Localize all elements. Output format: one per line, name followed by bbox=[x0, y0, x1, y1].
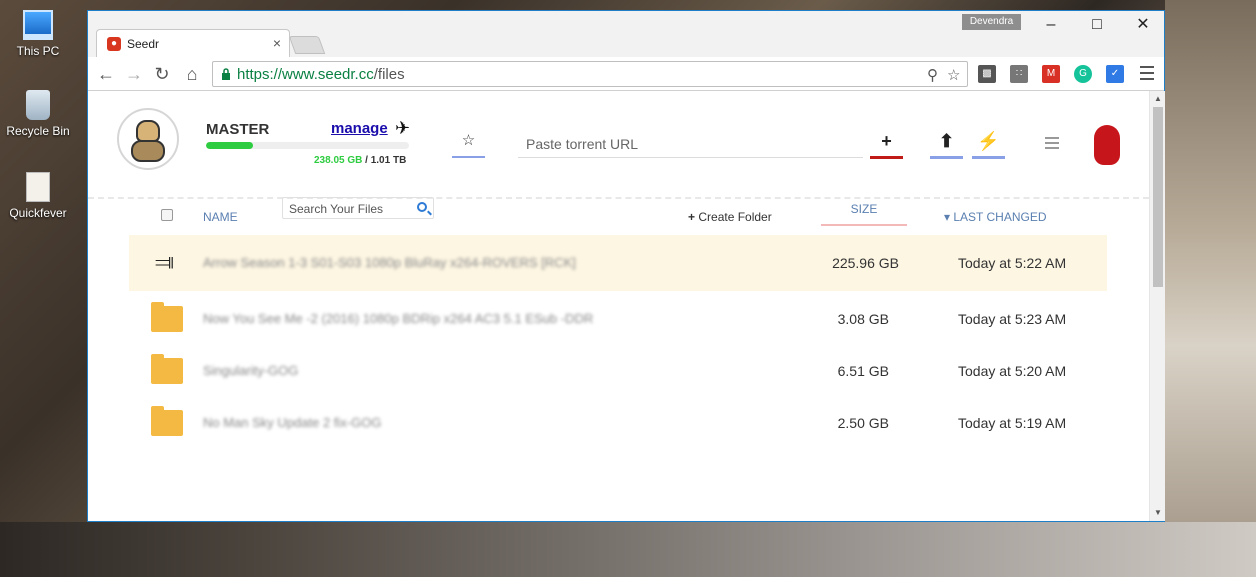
file-name[interactable]: Singularity-GOG bbox=[203, 363, 298, 378]
folder-icon bbox=[151, 302, 183, 332]
url-path: /files bbox=[373, 66, 405, 83]
lock-icon bbox=[222, 68, 230, 80]
airplane-icon[interactable]: ✈ bbox=[395, 118, 410, 139]
gmail-icon[interactable]: M bbox=[1042, 65, 1060, 83]
sort-down-icon: ▾ bbox=[944, 210, 951, 224]
scroll-down-icon[interactable]: ▼ bbox=[1154, 508, 1162, 517]
file-size: 2.50 GB bbox=[837, 415, 889, 431]
plan-name: MASTER bbox=[206, 121, 270, 138]
forward-icon[interactable]: → bbox=[122, 62, 146, 86]
file-size: 6.51 GB bbox=[837, 363, 889, 379]
storage-text: 238.05 GB / 1.01 TB bbox=[314, 155, 406, 166]
folder-row[interactable]: Now You See Me -2 (2016) 1080p BDRip x26… bbox=[129, 291, 1107, 347]
page-scrollbar[interactable]: ▲ ▼ bbox=[1149, 91, 1165, 521]
maximize-button[interactable]: □ bbox=[1074, 11, 1120, 39]
tab-title: Seedr bbox=[127, 37, 160, 51]
close-window-button[interactable]: ✕ bbox=[1120, 11, 1166, 39]
desktop-icon-quickfever[interactable]: Quickfever bbox=[0, 172, 76, 220]
manage-link[interactable]: manage bbox=[331, 120, 388, 137]
folder-row[interactable]: Singularity-GOG 6.51 GB Today at 5:20 AM bbox=[129, 343, 1107, 399]
create-folder-label: Create Folder bbox=[698, 210, 772, 224]
desktop-background-right bbox=[1165, 0, 1256, 577]
page-menu-icon[interactable] bbox=[1045, 137, 1059, 152]
file-name[interactable]: No Man Sky Update 2 fix-GOG bbox=[203, 415, 381, 430]
desktop-icon-recycle-bin[interactable]: Recycle Bin bbox=[0, 90, 76, 138]
checkmark-extension-icon[interactable]: ✓ bbox=[1106, 65, 1124, 83]
create-folder-button[interactable]: + Create Folder bbox=[688, 210, 772, 224]
storage-progress-fill bbox=[206, 142, 253, 149]
header-divider bbox=[88, 197, 1149, 199]
upload-icon[interactable]: ⬆ bbox=[930, 131, 963, 159]
folder-icon bbox=[151, 354, 183, 384]
extension-icon-1[interactable]: ▩ bbox=[978, 65, 996, 83]
last-changed-label: LAST CHANGED bbox=[953, 210, 1047, 224]
scroll-thumb[interactable] bbox=[1153, 107, 1163, 287]
file-size: 3.08 GB bbox=[837, 311, 889, 327]
scroll-up-icon[interactable]: ▲ bbox=[1154, 94, 1162, 103]
reload-icon[interactable]: ↻ bbox=[150, 62, 174, 86]
storage-total: / 1.01 TB bbox=[365, 155, 407, 166]
file-date: Today at 5:19 AM bbox=[958, 415, 1067, 431]
url-host: https://www.seedr.cc bbox=[237, 66, 374, 83]
search-files-box[interactable] bbox=[282, 197, 434, 219]
quickfever-icon bbox=[26, 172, 50, 202]
seedr-page: MASTER manage ✈ 238.05 GB / 1.01 TB ☆ + … bbox=[88, 91, 1149, 521]
file-row[interactable]: ⫥ Arrow Season 1-3 S01-S03 1080p BluRay … bbox=[129, 235, 1107, 291]
user-avatar[interactable] bbox=[117, 108, 179, 170]
plus-icon: + bbox=[688, 210, 696, 224]
grammarly-icon[interactable]: G bbox=[1074, 65, 1092, 83]
search-icon[interactable] bbox=[417, 202, 427, 212]
file-name[interactable]: Now You See Me -2 (2016) 1080p BDRip x26… bbox=[203, 311, 593, 326]
computer-icon bbox=[23, 10, 53, 40]
seedr-favicon-icon: ● bbox=[107, 37, 121, 51]
extension-icon-2[interactable]: ∷ bbox=[1010, 65, 1028, 83]
profile-badge[interactable]: Devendra bbox=[962, 14, 1021, 30]
file-date: Today at 5:23 AM bbox=[958, 311, 1067, 327]
seedr-logo bbox=[1094, 125, 1120, 165]
storage-progress-bar bbox=[206, 142, 409, 149]
torrent-url-input[interactable] bbox=[518, 131, 863, 158]
favorites-star-button[interactable]: ☆ bbox=[452, 131, 485, 158]
name-column-header[interactable]: NAME bbox=[203, 210, 238, 224]
home-icon[interactable]: ⌂ bbox=[180, 62, 204, 86]
desktop-icon-label: This PC bbox=[16, 44, 60, 58]
tab-close-icon[interactable]: × bbox=[273, 35, 281, 51]
search-files-input[interactable] bbox=[289, 201, 407, 217]
back-icon[interactable]: ← bbox=[94, 62, 118, 86]
address-bar[interactable]: https://www.seedr.cc/files ⚲ ☆ bbox=[212, 61, 968, 87]
folder-row[interactable]: No Man Sky Update 2 fix-GOG 2.50 GB Toda… bbox=[129, 395, 1107, 451]
add-torrent-button[interactable]: + bbox=[870, 131, 903, 159]
desktop-icon-label: Recycle Bin bbox=[6, 124, 70, 138]
recycle-bin-icon bbox=[26, 90, 50, 120]
file-name[interactable]: Arrow Season 1-3 S01-S03 1080p BluRay x2… bbox=[203, 255, 576, 270]
bookmark-star-icon[interactable]: ☆ bbox=[947, 66, 960, 84]
file-size: 225.96 GB bbox=[832, 255, 899, 271]
url-text: https://www.seedr.cc/files bbox=[237, 66, 405, 83]
size-column-header[interactable]: SIZE bbox=[821, 202, 907, 226]
chrome-menu-icon[interactable] bbox=[1140, 66, 1154, 84]
lightning-icon[interactable]: ⚡ bbox=[972, 131, 1005, 159]
tab-seedr[interactable]: ● Seedr × bbox=[96, 29, 290, 57]
key-icon[interactable]: ⚲ bbox=[927, 66, 938, 84]
browser-toolbar: ← → ↻ ⌂ https://www.seedr.cc/files ⚲ ☆ ▩… bbox=[88, 57, 1164, 91]
last-changed-column-header[interactable]: ▾ LAST CHANGED bbox=[944, 210, 1047, 224]
desktop-icon-this-pc[interactable]: This PC bbox=[0, 10, 76, 58]
folder-icon bbox=[151, 406, 183, 436]
share-icon[interactable]: ⫥ bbox=[155, 249, 187, 275]
new-tab-button[interactable] bbox=[288, 36, 326, 54]
desktop-icon-label: Quickfever bbox=[9, 206, 67, 220]
desktop-background-bottom bbox=[0, 522, 1256, 577]
select-all-checkbox[interactable] bbox=[161, 209, 173, 221]
file-date: Today at 5:20 AM bbox=[958, 363, 1067, 379]
file-date: Today at 5:22 AM bbox=[958, 255, 1067, 271]
storage-used: 238.05 GB bbox=[314, 155, 363, 166]
minimize-button[interactable]: – bbox=[1028, 11, 1074, 39]
